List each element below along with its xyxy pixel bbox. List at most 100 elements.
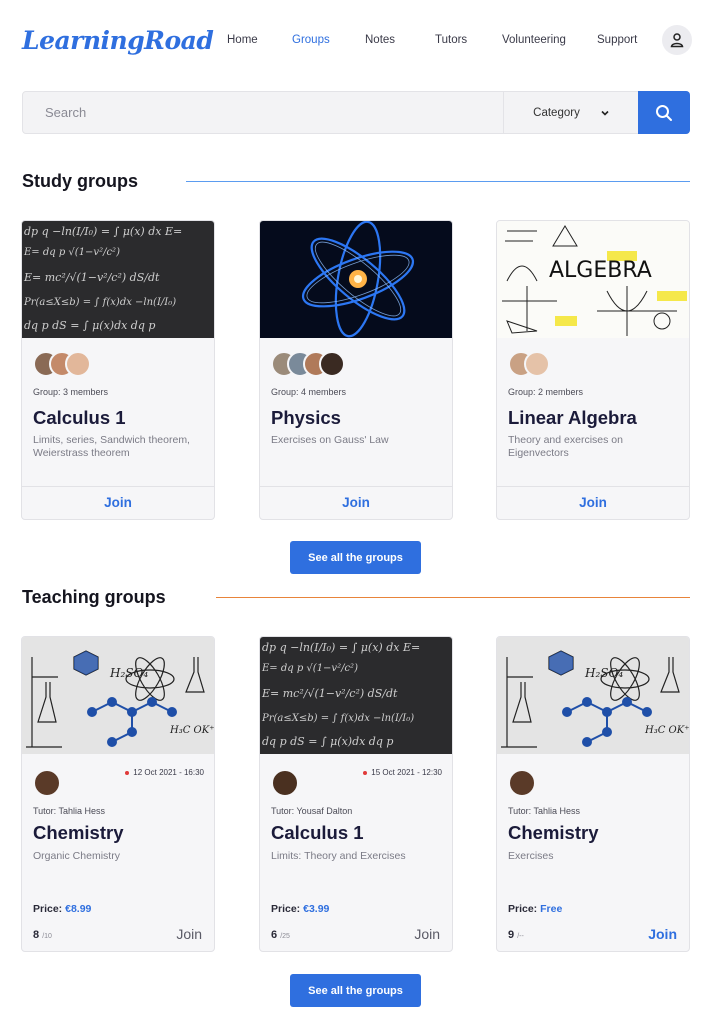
teaching-group-card[interactable]: H₂SO₄ H₃C OK⁺ 12 Oct 2021 - 16:30 Tutor:…	[21, 636, 215, 952]
price-value: Free	[540, 903, 563, 915]
join-button[interactable]: Join	[648, 926, 677, 942]
study-group-card[interactable]: dp q −ln(I/I₀) = ∫ μ(x) dx E= E= dq p √(…	[21, 220, 215, 520]
search-icon	[656, 104, 672, 121]
card-divider	[260, 486, 452, 487]
svg-text:E= mc²/√(1−v²/c²) dS/dt: E= mc²/√(1−v²/c²) dS/dt	[23, 271, 160, 284]
group-description: Organic Chemistry	[33, 850, 120, 862]
avatar	[319, 351, 345, 377]
seats-taken: 8	[33, 929, 40, 941]
price-label: Price:	[271, 903, 301, 915]
teaching-groups-divider	[216, 597, 690, 598]
teaching-group-card[interactable]: dp q −ln(I/I₀) = ∫ μ(x) dx E= E= dq p √(…	[259, 636, 453, 952]
price: Price: €8.99	[33, 903, 91, 915]
group-members-count: Group: 2 members	[508, 387, 584, 397]
join-button[interactable]: Join	[497, 495, 689, 510]
price: Price: Free	[508, 903, 562, 915]
svg-text:H₂SO₄: H₂SO₄	[109, 666, 148, 680]
group-title: Chemistry	[33, 822, 124, 843]
card-divider	[22, 486, 214, 487]
tutor-name: Tutor: Tahlia Hess	[33, 806, 106, 816]
group-description: Exercises	[508, 850, 554, 862]
date-text: 15 Oct 2021 - 12:30	[371, 768, 442, 777]
nav-tutors[interactable]: Tutors	[435, 34, 467, 46]
tutor-avatar	[271, 769, 299, 797]
nav-groups[interactable]: Groups	[292, 34, 330, 46]
nav-home[interactable]: Home	[227, 34, 258, 46]
svg-text:E= dq p √(1−v²/c²): E= dq p √(1−v²/c²)	[261, 663, 358, 674]
svg-text:H₃C OK⁺: H₃C OK⁺	[169, 725, 214, 736]
tutor-avatar	[508, 769, 536, 797]
top-header: LearningRoad Home Groups Notes Tutors Vo…	[22, 24, 692, 60]
study-group-card[interactable]: Group: 4 members Physics Exercises on Ga…	[259, 220, 453, 520]
category-dropdown[interactable]: Category	[503, 92, 639, 133]
see-all-study-groups-button[interactable]: See all the groups	[290, 541, 421, 574]
live-dot-icon	[125, 770, 130, 775]
chevron-down-icon	[601, 110, 609, 116]
svg-text:Pr(a≤X≤b) = ∫ f(x)dx −ln(I/I₀: Pr(a≤X≤b) = ∫ f(x)dx −ln(I/I₀)	[23, 297, 176, 308]
group-title: Chemistry	[508, 822, 599, 843]
price-label: Price:	[33, 903, 63, 915]
teaching-group-card[interactable]: H₂SO₄ H₃C OK⁺ Tutor: Tahlia Hess Chemist…	[496, 636, 690, 952]
price: Price: €3.99	[271, 903, 329, 915]
member-avatars	[271, 351, 345, 377]
avatar	[65, 351, 91, 377]
nav-notes[interactable]: Notes	[365, 34, 395, 46]
group-members-count: Group: 4 members	[271, 387, 347, 397]
date-text: 12 Oct 2021 - 16:30	[133, 768, 204, 777]
card-divider	[497, 486, 689, 487]
study-group-card[interactable]: ALGEBRA Group: 2 members Linear Algebra …	[496, 220, 690, 520]
group-title: Linear Algebra	[508, 407, 637, 428]
seats-total: /25	[280, 933, 290, 940]
svg-text:dp q −ln(I/I₀) = ∫ μ(x) dx E: dp q −ln(I/I₀) = ∫ μ(x) dx E=	[262, 641, 420, 654]
svg-text:H₂SO₄: H₂SO₄	[584, 666, 623, 680]
math-formulas-image: dp q −ln(I/I₀) = ∫ μ(x) dx E= E= dq p √(…	[22, 221, 214, 338]
price-value: €3.99	[303, 903, 330, 915]
svg-text:dq p dS = ∫ μ(x)dx dq p: dq p dS = ∫ μ(x)dx dq p	[262, 735, 393, 748]
seats-count: 8 /10	[33, 929, 52, 941]
seats-count: 6 /25	[271, 929, 290, 941]
svg-text:E= mc²/√(1−v²/c²) dS/dt: E= mc²/√(1−v²/c²) dS/dt	[261, 687, 398, 700]
user-icon	[670, 33, 684, 48]
session-date: 12 Oct 2021 - 16:30	[125, 768, 204, 777]
join-button[interactable]: Join	[176, 926, 202, 942]
category-label: Category	[533, 106, 580, 119]
svg-text:ALGEBRA: ALGEBRA	[549, 258, 652, 283]
algebra-image: ALGEBRA	[497, 221, 689, 338]
tutor-avatar	[33, 769, 61, 797]
seats-taken: 9	[508, 929, 515, 941]
member-avatars	[508, 351, 550, 377]
nav-support[interactable]: Support	[597, 34, 637, 46]
group-title: Calculus 1	[33, 407, 126, 428]
seats-total: /--	[517, 933, 524, 940]
search-input[interactable]	[23, 92, 503, 133]
seats-taken: 6	[271, 929, 278, 941]
search-bar: Category	[22, 91, 690, 134]
join-button[interactable]: Join	[414, 926, 440, 942]
chemistry-image: H₂SO₄ H₃C OK⁺	[22, 637, 214, 754]
svg-text:dq p dS = ∫ μ(x)dx dq p: dq p dS = ∫ μ(x)dx dq p	[24, 319, 155, 332]
tutor-name: Tutor: Tahlia Hess	[508, 806, 581, 816]
group-title: Physics	[271, 407, 341, 428]
study-groups-divider	[186, 181, 690, 182]
group-description: Exercises on Gauss' Law	[271, 434, 389, 446]
group-description: Limits: Theory and Exercises	[271, 850, 406, 862]
group-title: Calculus 1	[271, 822, 364, 843]
atom-image	[260, 221, 452, 338]
join-button[interactable]: Join	[22, 495, 214, 510]
svg-text:Pr(a≤X≤b) = ∫ f(x)dx −ln(I/I₀: Pr(a≤X≤b) = ∫ f(x)dx −ln(I/I₀)	[261, 713, 414, 724]
svg-text:E= dq p √(1−v²/c²): E= dq p √(1−v²/c²)	[23, 247, 120, 258]
nav-volunteering[interactable]: Volunteering	[502, 34, 566, 46]
seats-total: /10	[42, 933, 52, 940]
brand-logo[interactable]: LearningRoad	[22, 26, 214, 55]
member-avatars	[33, 351, 91, 377]
profile-button[interactable]	[662, 25, 692, 55]
teaching-groups-heading: Teaching groups	[22, 587, 166, 607]
svg-text:H₃C OK⁺: H₃C OK⁺	[644, 725, 689, 736]
join-button[interactable]: Join	[260, 495, 452, 510]
math-formulas-image: dp q −ln(I/I₀) = ∫ μ(x) dx E= E= dq p √(…	[260, 637, 452, 754]
svg-text:dp q −ln(I/I₀) = ∫ μ(x) dx E: dp q −ln(I/I₀) = ∫ μ(x) dx E=	[24, 225, 182, 238]
see-all-teaching-groups-button[interactable]: See all the groups	[290, 974, 421, 1007]
session-date: 15 Oct 2021 - 12:30	[363, 768, 442, 777]
study-groups-heading: Study groups	[22, 171, 138, 191]
search-button[interactable]	[638, 91, 690, 134]
